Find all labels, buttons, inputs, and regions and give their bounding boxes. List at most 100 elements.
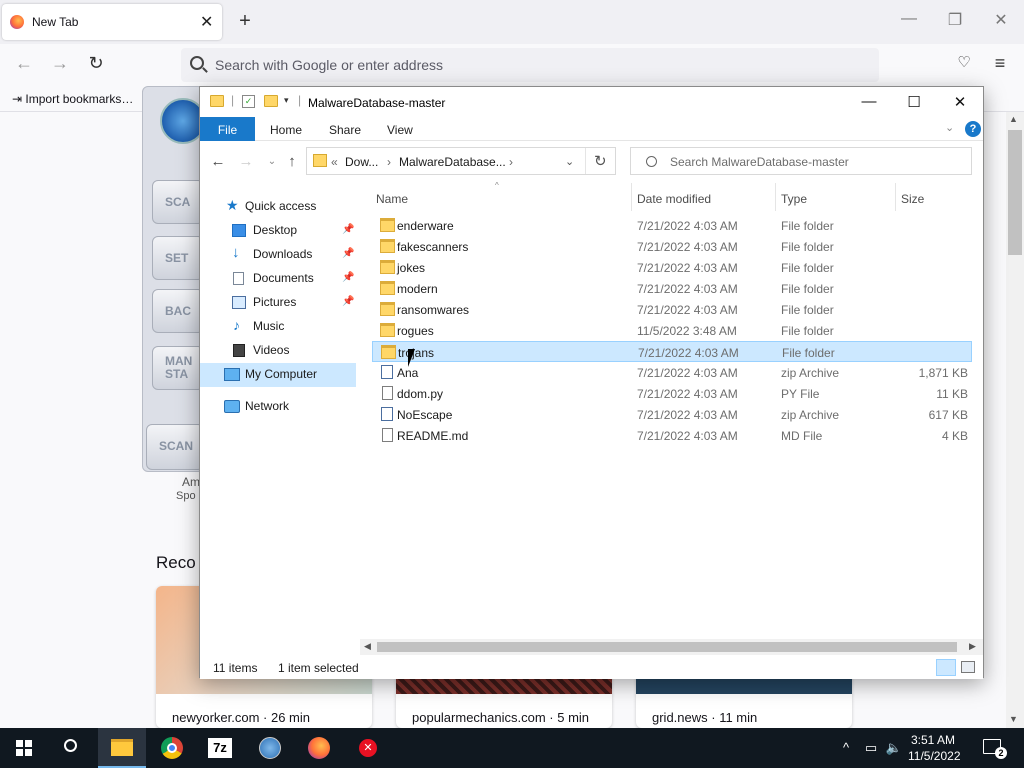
large-icons-view-icon[interactable] — [961, 661, 975, 673]
file-row[interactable]: modern 7/21/2022 4:03 AM File folder — [372, 278, 972, 299]
close-window-icon[interactable]: ✕ — [989, 10, 1013, 34]
taskbar-firefox[interactable] — [295, 728, 343, 768]
minimize-icon[interactable]: — — [897, 10, 921, 34]
scan-now-button[interactable]: SCAN — [146, 424, 204, 470]
explorer-minimize-icon[interactable]: — — [854, 93, 884, 113]
tab-file[interactable]: File — [200, 117, 255, 141]
expand-ribbon-icon[interactable]: ⌄ — [945, 121, 954, 134]
menu-icon[interactable]: ≡ — [988, 53, 1012, 74]
start-button[interactable] — [0, 728, 48, 768]
nav-pictures[interactable]: Pictures 📌 — [200, 291, 356, 315]
settings-button[interactable]: SET — [152, 236, 204, 280]
breadcrumb-separator[interactable]: › — [509, 155, 513, 169]
recent-locations-icon[interactable]: ⌄ — [262, 156, 282, 167]
nav-music[interactable]: ♪ Music — [200, 315, 356, 339]
file-row[interactable]: enderware 7/21/2022 4:03 AM File folder — [372, 215, 972, 236]
show-hidden-icons-icon[interactable]: ^ — [836, 740, 856, 755]
taskbar-explorer[interactable] — [98, 728, 146, 768]
file-row[interactable]: jokes 7/21/2022 4:03 AM File folder — [372, 257, 972, 278]
url-bar[interactable]: Search with Google or enter address — [181, 48, 879, 82]
tab-share[interactable]: Share — [329, 123, 361, 137]
network-tray-icon[interactable]: ▭ — [861, 740, 881, 756]
tab-close-icon[interactable]: ✕ — [200, 12, 213, 32]
column-headers: ^ Name Date modified Type Size — [370, 181, 983, 211]
details-view-icon[interactable] — [936, 659, 956, 676]
address-bar[interactable]: « Dow... › MalwareDatabase... › ⌄ ↻ — [306, 147, 616, 175]
refresh-icon[interactable]: ↻ — [594, 152, 607, 170]
scroll-down-icon[interactable]: ▼ — [1009, 714, 1018, 724]
nav-desktop[interactable]: Desktop 📌 — [200, 219, 356, 243]
explorer-maximize-icon[interactable]: ☐ — [899, 93, 929, 113]
tab-home[interactable]: Home — [270, 123, 302, 137]
page-scrollbar-thumb[interactable] — [1008, 130, 1022, 255]
import-bookmarks-link[interactable]: ⇥ Import bookmarks… — [12, 92, 133, 106]
file-row[interactable]: fakescanners 7/21/2022 4:03 AM File folder — [372, 236, 972, 257]
file-row[interactable]: Ana 7/21/2022 4:03 AM zip Archive 1,871 KB — [372, 362, 972, 383]
nav-my-computer[interactable]: My Computer — [200, 363, 356, 387]
manual-start-button[interactable]: MAN STA — [152, 346, 204, 390]
pin-icon[interactable]: 📌 — [342, 224, 354, 235]
pin-icon[interactable]: 📌 — [342, 248, 354, 259]
search-button[interactable] — [48, 728, 96, 768]
pin-icon[interactable]: 📌 — [342, 272, 354, 283]
scan-button[interactable]: SCA — [152, 180, 204, 224]
scroll-right-icon[interactable]: ▶ — [969, 641, 976, 652]
quick-access-dropdown-icon[interactable]: ▾ — [284, 95, 289, 106]
breadcrumb-current[interactable]: MalwareDatabase... — [399, 155, 506, 169]
nav-downloads[interactable]: ↓ Downloads 📌 — [200, 243, 356, 267]
backup-button[interactable]: BAC — [152, 289, 204, 333]
divider[interactable] — [775, 183, 776, 211]
divider[interactable] — [631, 183, 632, 211]
nav-quick-access[interactable]: ★ Quick access — [200, 195, 356, 219]
clock[interactable]: 3:51 AM 11/5/2022 — [908, 732, 961, 764]
column-type[interactable]: Type — [781, 192, 807, 206]
divider[interactable] — [895, 183, 896, 211]
breadcrumb-separator[interactable]: › — [387, 155, 391, 169]
pin-icon[interactable]: 📌 — [342, 296, 354, 307]
forward-arrow-icon[interactable]: → — [48, 53, 72, 74]
pocket-icon[interactable]: ♡ — [952, 53, 976, 71]
back-icon[interactable]: ← — [208, 153, 228, 170]
breadcrumb-downloads[interactable]: Dow... — [345, 155, 378, 169]
nav-videos[interactable]: Videos — [200, 339, 356, 363]
taskbar-app[interactable] — [246, 728, 294, 768]
volume-icon[interactable]: 🔈 — [884, 740, 904, 756]
taskbar-7zip[interactable]: 7z — [196, 728, 244, 768]
file-row[interactable]: README.md 7/21/2022 4:03 AM MD File 4 KB — [372, 425, 972, 446]
up-icon[interactable]: ↑ — [282, 153, 302, 170]
file-row[interactable]: ddom.py 7/21/2022 4:03 AM PY File 11 KB — [372, 383, 972, 404]
nav-label: Downloads — [253, 247, 313, 261]
forward-icon[interactable]: → — [236, 153, 256, 170]
back-arrow-icon[interactable]: ← — [12, 53, 36, 74]
new-folder-icon[interactable] — [264, 95, 278, 107]
nav-label: Desktop — [253, 223, 298, 237]
scroll-left-icon[interactable]: ◀ — [364, 641, 371, 652]
file-row[interactable]: rogues 11/5/2022 3:48 AM File folder — [372, 320, 972, 341]
restore-icon[interactable]: ❐ — [943, 10, 967, 34]
overflow-chevrons[interactable]: « — [331, 155, 338, 169]
nav-network[interactable]: Network — [200, 395, 356, 419]
column-date[interactable]: Date modified — [637, 192, 711, 206]
file-row[interactable]: NoEscape 7/21/2022 4:03 AM zip Archive 617 … — [372, 404, 972, 425]
explorer-close-icon[interactable]: ✕ — [945, 93, 975, 113]
horizontal-scrollbar-thumb[interactable] — [377, 642, 957, 652]
folder-icon — [380, 218, 395, 232]
properties-icon[interactable]: ✓ — [242, 95, 255, 108]
search-input[interactable]: Search MalwareDatabase-master — [630, 147, 972, 175]
taskbar-chrome[interactable] — [148, 728, 196, 768]
browser-tab[interactable]: New Tab ✕ — [2, 4, 222, 40]
new-tab-button[interactable]: + — [235, 10, 255, 33]
nav-documents[interactable]: Documents 📌 — [200, 267, 356, 291]
reload-icon[interactable]: ↻ — [84, 53, 108, 74]
taskbar-error-app[interactable]: ✕ — [344, 728, 392, 768]
file-type: File folder — [781, 240, 834, 254]
file-row[interactable]: trojans 7/21/2022 4:03 AM File folder — [372, 341, 972, 362]
scroll-up-icon[interactable]: ▲ — [1009, 114, 1018, 124]
column-size[interactable]: Size — [901, 192, 924, 206]
tab-view[interactable]: View — [387, 123, 413, 137]
address-dropdown-icon[interactable]: ⌄ — [565, 155, 574, 168]
help-icon[interactable]: ? — [965, 121, 981, 137]
file-date: 7/21/2022 4:03 AM — [637, 282, 738, 296]
column-name[interactable]: Name — [376, 192, 408, 206]
file-row[interactable]: ransomwares 7/21/2022 4:03 AM File folder — [372, 299, 972, 320]
